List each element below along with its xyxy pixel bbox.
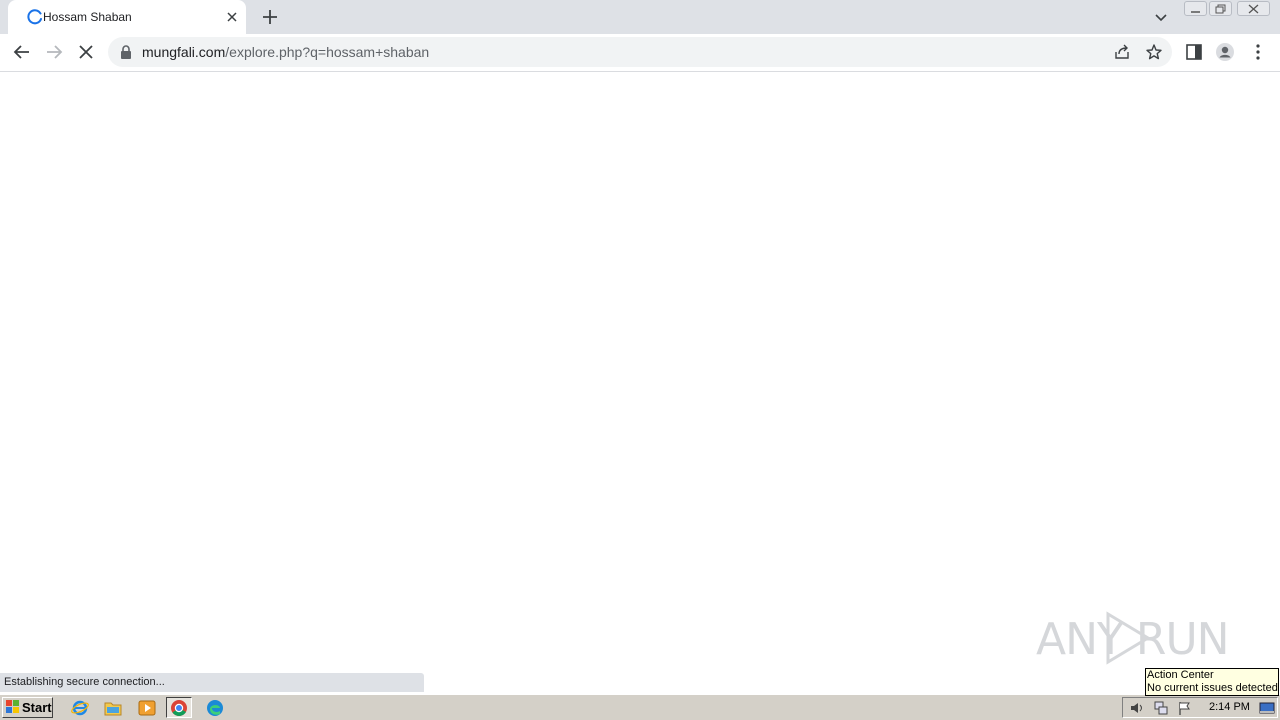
stop-loading-icon[interactable] — [76, 42, 96, 62]
volume-icon[interactable] — [1129, 700, 1145, 716]
anyrun-watermark: ANY RUN — [1036, 606, 1236, 670]
edge-icon[interactable] — [206, 699, 224, 717]
windows-logo-icon — [6, 700, 19, 713]
new-tab-icon[interactable] — [261, 8, 279, 26]
tab-search-chevron-icon[interactable] — [1153, 9, 1169, 25]
bookmark-star-icon[interactable] — [1145, 43, 1163, 61]
profile-avatar-icon[interactable] — [1215, 42, 1235, 62]
clock[interactable]: 2:14 PM — [1209, 701, 1250, 713]
close-tab-icon[interactable] — [224, 9, 240, 25]
url-text[interactable]: mungfali.com/explore.php?q=hossam+shaban — [142, 44, 429, 60]
minimize-button[interactable] — [1184, 1, 1207, 16]
system-tray: 2:14 PM — [1122, 697, 1278, 718]
chrome-taskbar-button[interactable] — [166, 697, 192, 718]
close-window-icon — [1248, 4, 1259, 14]
file-explorer-icon[interactable] — [104, 699, 122, 717]
menu-kebab-icon[interactable] — [1248, 42, 1268, 62]
tooltip-body: No current issues detected — [1147, 682, 1278, 694]
tooltip-title: Action Center — [1147, 669, 1214, 681]
action-center-tooltip: Action Center No current issues detected — [1145, 668, 1279, 696]
browser-toolbar: mungfali.com/explore.php?q=hossam+shaban — [0, 34, 1280, 72]
close-window-button[interactable] — [1237, 1, 1270, 16]
watermark-text: ANY RUN — [1036, 614, 1230, 665]
minimize-icon — [1191, 11, 1200, 13]
chrome-icon — [171, 700, 187, 716]
tab-active[interactable]: Hossam Shaban — [8, 0, 246, 34]
back-arrow-icon[interactable] — [12, 42, 32, 62]
status-bubble: Establishing secure connection... — [0, 673, 424, 692]
url-path: /explore.php?q=hossam+shaban — [225, 44, 430, 60]
media-player-icon[interactable] — [138, 699, 156, 717]
tab-title: Hossam Shaban — [43, 10, 132, 24]
start-button[interactable]: Start — [2, 697, 53, 718]
restore-icon — [1215, 4, 1226, 14]
loading-spinner-icon — [27, 9, 42, 25]
page-content — [0, 72, 1280, 672]
network-icon[interactable] — [1153, 700, 1169, 716]
side-panel-icon[interactable] — [1184, 42, 1204, 62]
url-host: mungfali.com — [142, 44, 226, 60]
forward-arrow-icon[interactable] — [44, 42, 64, 62]
internet-explorer-icon[interactable] — [71, 699, 89, 717]
taskbar: Start 2:14 PM — [0, 694, 1280, 720]
address-bar[interactable]: mungfali.com/explore.php?q=hossam+shaban — [108, 37, 1172, 67]
lock-icon[interactable] — [120, 45, 132, 59]
share-icon[interactable] — [1113, 43, 1131, 61]
show-desktop-icon[interactable] — [1259, 700, 1275, 716]
tab-strip: Hossam Shaban — [0, 0, 1280, 34]
start-label: Start — [22, 700, 52, 715]
action-center-flag-icon[interactable] — [1177, 700, 1193, 716]
restore-button[interactable] — [1209, 1, 1232, 16]
